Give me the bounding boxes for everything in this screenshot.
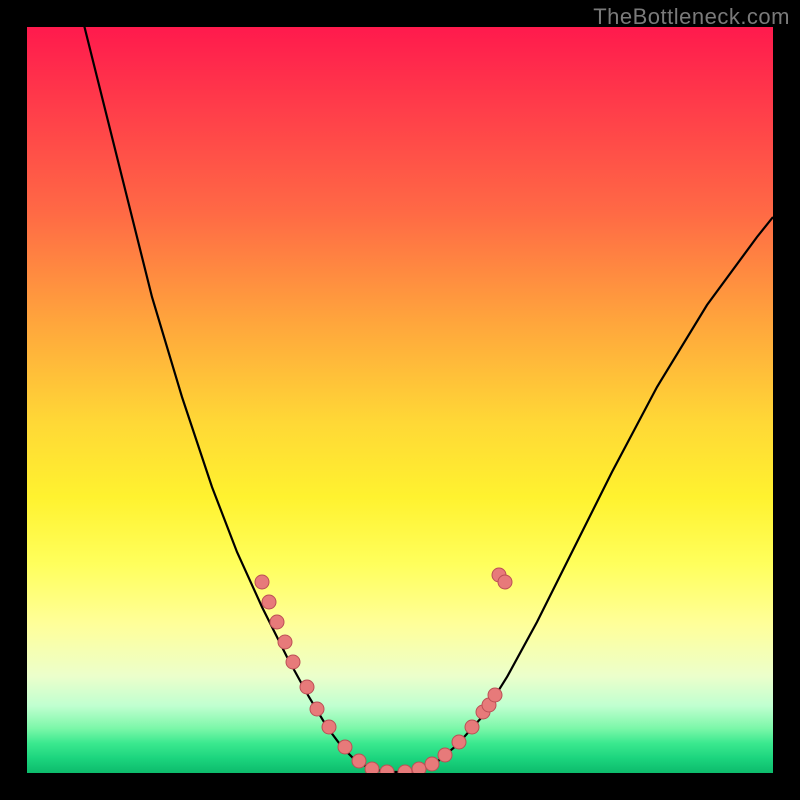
watermark-text: TheBottleneck.com	[593, 4, 790, 30]
scatter-dot	[398, 765, 412, 773]
scatter-dot	[310, 702, 324, 716]
scatter-dot	[300, 680, 314, 694]
scatter-dot	[488, 688, 502, 702]
scatter-dot	[438, 748, 452, 762]
scatter-dot	[412, 762, 426, 773]
scatter-dot	[452, 735, 466, 749]
scatter-dot	[255, 575, 269, 589]
scatter-dot	[262, 595, 276, 609]
chart-frame: TheBottleneck.com	[0, 0, 800, 800]
scatter-dot	[365, 762, 379, 773]
bottleneck-curve	[82, 27, 773, 772]
scatter-dot	[425, 757, 439, 771]
scatter-dot	[322, 720, 336, 734]
scatter-dot	[270, 615, 284, 629]
bottleneck-curve-svg	[27, 27, 773, 773]
scatter-dot	[465, 720, 479, 734]
scatter-dot	[380, 765, 394, 773]
scatter-dot	[352, 754, 366, 768]
plot-area	[27, 27, 773, 773]
scatter-dot	[338, 740, 352, 754]
scatter-dot	[286, 655, 300, 669]
scatter-dot	[278, 635, 292, 649]
scatter-dot	[498, 575, 512, 589]
